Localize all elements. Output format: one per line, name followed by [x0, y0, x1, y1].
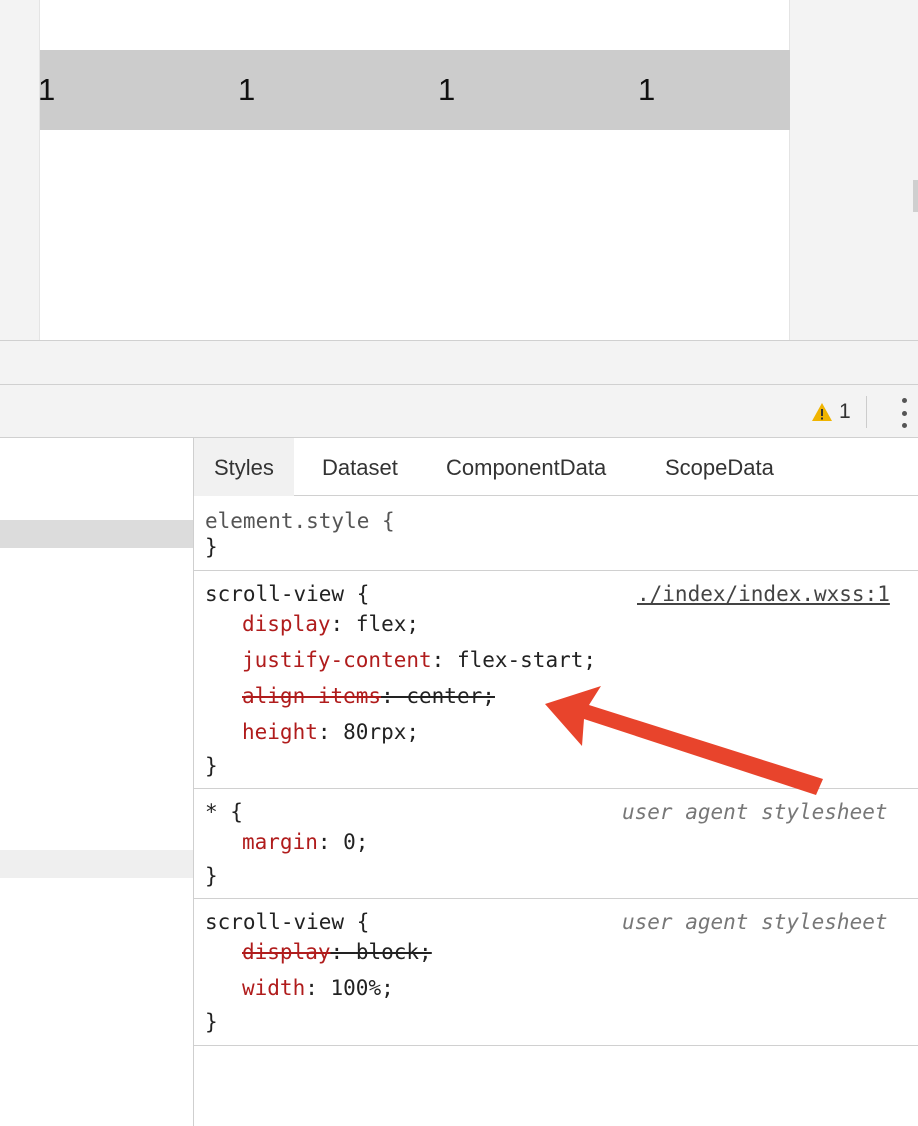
sidebar-tabs: Styles Dataset ComponentData ScopeData	[194, 438, 918, 496]
elements-panel[interactable]	[0, 438, 194, 1126]
hovered-node-row[interactable]	[0, 850, 193, 878]
style-rule-scroll-view-ua[interactable]: scroll-view { user agent stylesheet disp…	[194, 899, 918, 1046]
tab-dataset[interactable]: Dataset	[322, 438, 398, 496]
property-name: align-items	[242, 684, 382, 708]
row-cell: 1	[238, 72, 256, 107]
stylesheet-source-link[interactable]: ./index/index.wxss:1	[637, 576, 890, 612]
property-name: width	[242, 976, 306, 1000]
property-name: height	[242, 720, 318, 744]
rule-close-brace: }	[205, 864, 218, 888]
property-value: 100%;	[330, 976, 394, 1000]
rule-close-brace: }	[205, 754, 218, 778]
rule-close-brace: }	[205, 535, 218, 559]
declaration-height[interactable]: height: 80rpx;	[242, 714, 419, 750]
simulator-preview: 1 1 1 1	[0, 0, 918, 340]
rule-selector: element.style {	[205, 509, 395, 533]
toolbar-divider	[866, 396, 867, 428]
user-agent-label: user agent stylesheet	[622, 800, 888, 824]
devtools-top-bar	[0, 340, 918, 385]
rule-close-brace: }	[205, 1010, 218, 1034]
declaration-align-items-overridden[interactable]: align-items: center;	[242, 678, 495, 714]
declaration-width[interactable]: width: 100%;	[242, 970, 394, 1006]
tab-componentdata[interactable]: ComponentData	[446, 438, 606, 496]
row-cell: 1	[438, 72, 456, 107]
warning-count: 1	[839, 400, 851, 423]
property-value: flex-start;	[456, 648, 597, 672]
declaration-display-overridden[interactable]: display: block;	[242, 934, 432, 970]
tab-styles[interactable]: Styles	[194, 438, 294, 496]
property-name: justify-content	[242, 648, 432, 672]
scrollbar-thumb[interactable]	[913, 180, 918, 212]
property-name: margin	[242, 830, 318, 854]
devtools-toolbar	[0, 385, 918, 438]
row-cell: 1	[638, 72, 656, 107]
style-rule-scroll-view[interactable]: scroll-view { ./index/index.wxss:1 displ…	[194, 571, 918, 789]
property-value: 80rpx;	[343, 720, 420, 744]
declaration-display[interactable]: display: flex;	[242, 606, 419, 642]
property-value: 0;	[343, 830, 369, 854]
property-name: display	[242, 940, 331, 964]
selected-node-row[interactable]	[0, 520, 193, 548]
property-value: center;	[406, 684, 495, 708]
style-rule-element[interactable]: element.style { }	[194, 496, 918, 571]
more-options-icon[interactable]	[898, 398, 910, 428]
style-rule-universal[interactable]: * { user agent stylesheet margin: 0; }	[194, 789, 918, 899]
property-value: block;	[355, 940, 432, 964]
declaration-justify-content[interactable]: justify-content: flex-start;	[242, 642, 596, 678]
tab-scopedata[interactable]: ScopeData	[665, 438, 774, 496]
property-value: flex;	[355, 612, 420, 636]
declaration-margin[interactable]: margin: 0;	[242, 824, 368, 860]
styles-pane: Styles Dataset ComponentData ScopeData e…	[194, 438, 918, 1126]
scroll-view-row[interactable]: 1 1 1 1	[40, 50, 790, 130]
rule-selector: * {	[205, 800, 243, 824]
user-agent-label: user agent stylesheet	[622, 910, 888, 934]
warning-counter[interactable]: 1	[811, 398, 851, 426]
row-cell: 1	[40, 72, 56, 107]
property-name: display	[242, 612, 331, 636]
warning-icon	[812, 403, 832, 421]
